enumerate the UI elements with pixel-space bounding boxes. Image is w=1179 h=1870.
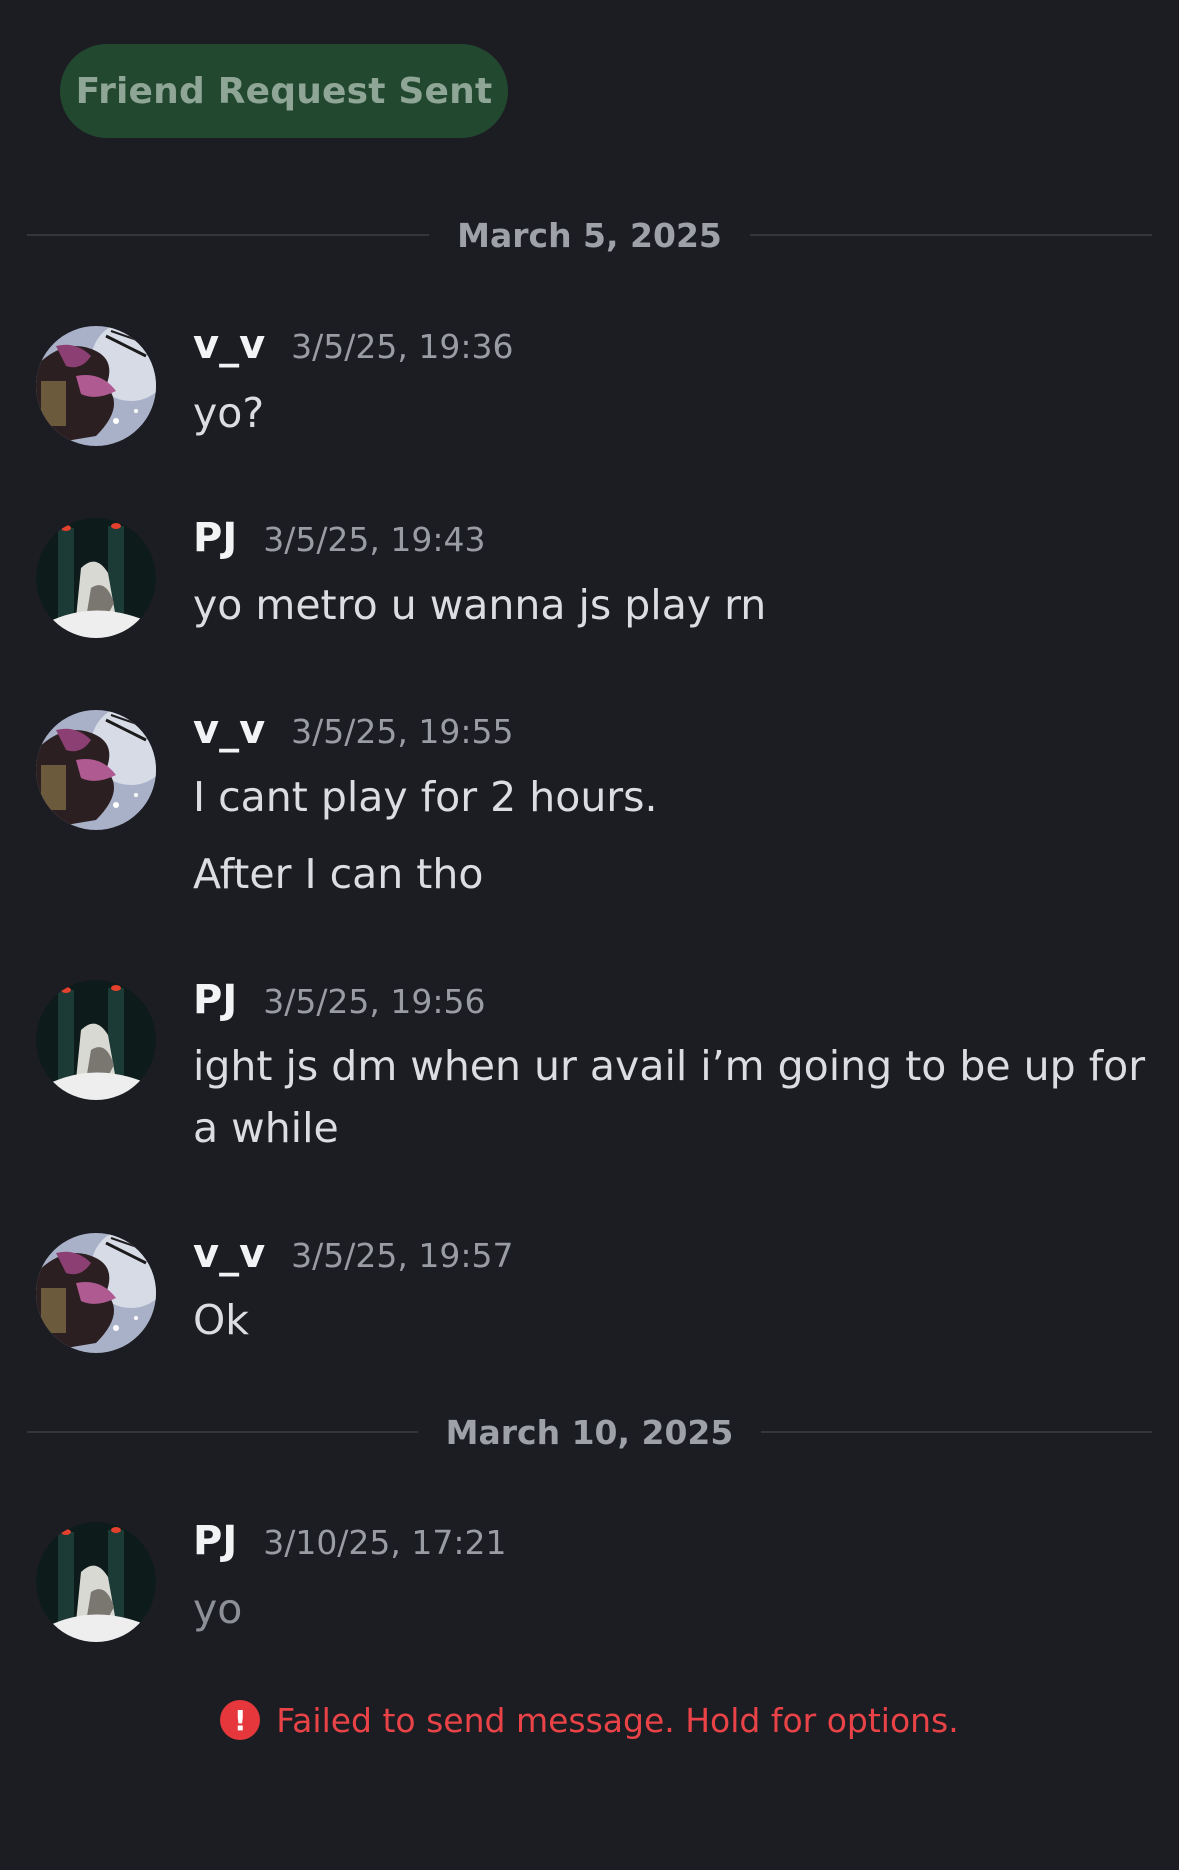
timestamp: 3/5/25, 19:57 [291, 1236, 514, 1275]
divider-line [761, 1431, 1152, 1433]
send-failed-notice[interactable]: ! Failed to send message. Hold for optio… [0, 1700, 1179, 1740]
message-text: ight js dm when ur avail i’m going to be… [193, 1042, 1146, 1152]
avatar-v-v[interactable] [36, 710, 156, 830]
date-divider-label: March 5, 2025 [457, 215, 722, 255]
message-header: v_v 3/5/25, 19:36 [193, 322, 513, 368]
date-divider: March 5, 2025 [27, 215, 1153, 255]
message-text: yo [193, 1585, 243, 1633]
timestamp: 3/5/25, 19:36 [291, 327, 514, 366]
message-text: yo metro u wanna js play rn [193, 581, 767, 629]
send-failed-text: Failed to send message. Hold for options… [276, 1700, 959, 1740]
avatar-v-v[interactable] [36, 326, 156, 446]
avatar-pj[interactable] [36, 1522, 156, 1642]
username[interactable]: v_v [193, 707, 265, 753]
username[interactable]: v_v [193, 322, 265, 368]
username[interactable]: v_v [193, 1231, 265, 1277]
avatar-v-v[interactable] [36, 1233, 156, 1353]
message-text: After I can tho [193, 850, 484, 898]
timestamp: 3/5/25, 19:55 [291, 712, 514, 751]
divider-line [27, 1431, 418, 1433]
message-text: yo? [193, 389, 265, 437]
avatar-pj[interactable] [36, 980, 156, 1100]
error-icon: ! [220, 1700, 261, 1740]
timestamp: 3/10/25, 17:21 [263, 1523, 507, 1562]
message-header: PJ 3/5/25, 19:56 [193, 977, 486, 1023]
username[interactable]: PJ [193, 977, 237, 1023]
message-text: Ok [193, 1296, 250, 1344]
username[interactable]: PJ [193, 515, 237, 561]
divider-line [27, 234, 430, 236]
divider-line [749, 234, 1153, 236]
message-header: PJ 3/10/25, 17:21 [193, 1518, 507, 1564]
message-text: I cant play for 2 hours. [193, 773, 658, 821]
username[interactable]: PJ [193, 1518, 237, 1564]
friend-request-sent-button[interactable]: Friend Request Sent [60, 44, 508, 138]
avatar-pj[interactable] [36, 518, 156, 638]
date-divider: March 10, 2025 [27, 1412, 1152, 1452]
message-header: v_v 3/5/25, 19:55 [193, 707, 513, 753]
message-header: v_v 3/5/25, 19:57 [193, 1231, 513, 1277]
message-header: PJ 3/5/25, 19:43 [193, 515, 486, 561]
timestamp: 3/5/25, 19:56 [263, 982, 486, 1021]
date-divider-label: March 10, 2025 [445, 1412, 734, 1452]
timestamp: 3/5/25, 19:43 [263, 520, 486, 559]
